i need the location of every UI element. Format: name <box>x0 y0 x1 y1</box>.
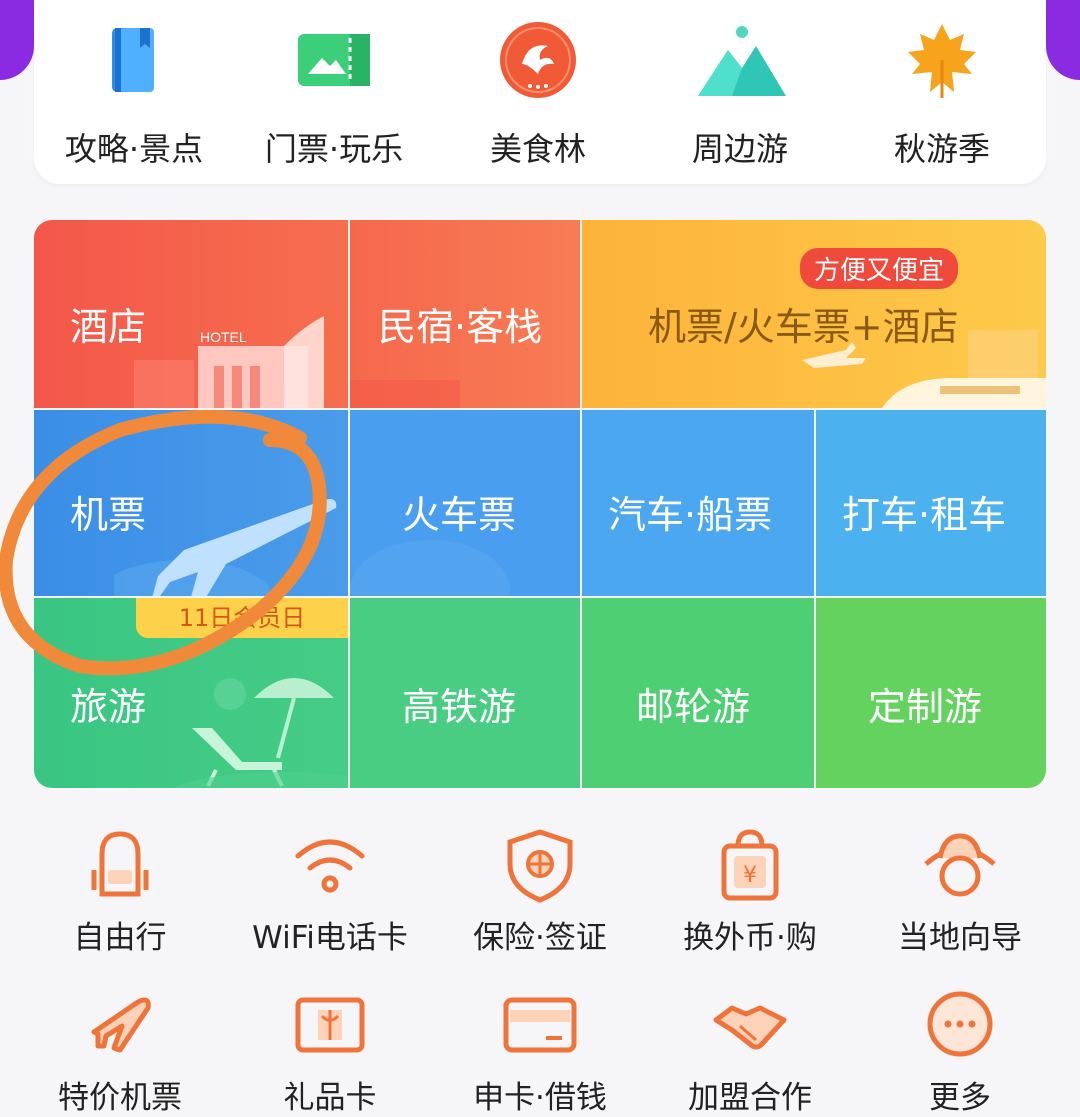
homestay-roof-illustration <box>350 380 460 408</box>
gift-card-icon <box>295 997 365 1053</box>
shortcut-label: 美食林 <box>489 130 586 168</box>
service-free-travel[interactable]: 自由行 <box>20 826 220 956</box>
wifi-icon <box>295 839 365 893</box>
tile-hsr-tour[interactable]: 高铁游 <box>350 598 580 788</box>
tile-cruise[interactable]: 邮轮游 <box>582 598 814 788</box>
hotel-sign-text: HOTEL <box>200 329 247 345</box>
service-label: 更多 <box>929 1080 991 1116</box>
tile-hsr-tour-label: 高铁游 <box>402 685 517 729</box>
shortcut-food[interactable]: 美食林 <box>438 10 638 170</box>
shortcut-nearby[interactable]: 周边游 <box>640 10 840 170</box>
shortcut-tickets[interactable]: 门票·玩乐 <box>234 10 434 170</box>
handshake-icon <box>713 1005 787 1050</box>
shortcut-label: 攻略·景点 <box>64 130 204 168</box>
more-icon <box>927 991 993 1057</box>
tile-taxi-rental-label: 打车·租车 <box>842 493 1007 537</box>
service-label: 特价机票 <box>58 1080 182 1116</box>
service-insurance-visa[interactable]: 保险·签证 <box>440 826 640 956</box>
shortcut-label: 秋游季 <box>893 130 990 168</box>
service-gift-card[interactable]: 礼品卡 <box>230 986 430 1116</box>
service-label: 当地向导 <box>898 920 1022 956</box>
tile-flight-hotel-package[interactable]: 方便又便宜 机票/火车票+酒店 <box>582 220 1046 408</box>
top-shortcuts-card: 攻略·景点 门票·玩乐 美食林 周边游 秋游季 <box>34 0 1046 184</box>
hotel-building-illustration: HOTEL <box>134 316 324 408</box>
mountain-icon <box>698 26 786 96</box>
tile-tour-label: 旅游 <box>70 685 147 729</box>
shortcut-guides[interactable]: 攻略·景点 <box>34 10 234 170</box>
shield-globe-icon <box>507 829 573 903</box>
service-label: 申卡·借钱 <box>473 1080 607 1116</box>
plane-icon <box>91 997 151 1053</box>
tile-hotel[interactable]: 酒店 HOTEL <box>34 220 348 408</box>
service-label: 礼品卡 <box>283 1080 377 1116</box>
shortcut-label: 周边游 <box>691 130 788 168</box>
tile-homestay-label: 民宿·客栈 <box>378 305 543 349</box>
service-label: 自由行 <box>73 920 167 956</box>
header-background-right <box>1046 0 1080 80</box>
service-franchise[interactable]: 加盟合作 <box>650 986 850 1116</box>
service-wifi-sim[interactable]: WiFi电话卡 <box>230 826 430 956</box>
service-label: 保险·签证 <box>473 920 607 956</box>
yen-bag-icon: ¥ <box>721 829 779 901</box>
shortcut-autumn[interactable]: 秋游季 <box>842 10 1042 170</box>
service-label: WiFi电话卡 <box>252 920 408 956</box>
service-local-guide[interactable]: 当地向导 <box>860 826 1060 956</box>
service-more[interactable]: 更多 <box>860 986 1060 1116</box>
tile-train[interactable]: 火车票 <box>350 410 580 596</box>
tile-bus-ship[interactable]: 汽车·船票 <box>582 410 814 596</box>
ticket-icon <box>298 34 370 86</box>
tile-homestay[interactable]: 民宿·客栈 <box>350 220 580 408</box>
tile-bus-ship-label: 汽车·船票 <box>608 493 773 537</box>
food-dolphin-badge-icon <box>500 22 576 98</box>
annotation-circle <box>0 410 327 676</box>
service-discount-flights[interactable]: 特价机票 <box>20 986 220 1116</box>
guidebook-icon <box>112 28 154 92</box>
tile-taxi-rental[interactable]: 打车·租车 <box>816 410 1046 596</box>
shortcut-label: 门票·玩乐 <box>264 130 404 168</box>
tile-cruise-label: 邮轮游 <box>636 685 751 729</box>
service-label: 加盟合作 <box>688 1080 812 1116</box>
cloud-decoration <box>350 540 510 596</box>
header-background-left <box>0 0 34 80</box>
backpack-icon <box>91 831 149 897</box>
package-promo-badge: 方便又便宜 <box>800 248 959 289</box>
credit-card-icon <box>503 997 577 1053</box>
tile-custom-tour-label: 定制游 <box>868 685 983 729</box>
train-plane-illustration <box>802 330 1046 408</box>
maple-leaf-icon <box>908 24 976 98</box>
service-currency-exchange[interactable]: ¥ 换外币·购 <box>650 826 850 956</box>
svg-text:¥: ¥ <box>743 863 757 888</box>
tile-custom-tour[interactable]: 定制游 <box>816 598 1046 788</box>
service-credit-card-loan[interactable]: 申卡·借钱 <box>440 986 640 1116</box>
service-label: 换外币·购 <box>683 920 817 956</box>
guide-hat-icon <box>924 833 996 897</box>
